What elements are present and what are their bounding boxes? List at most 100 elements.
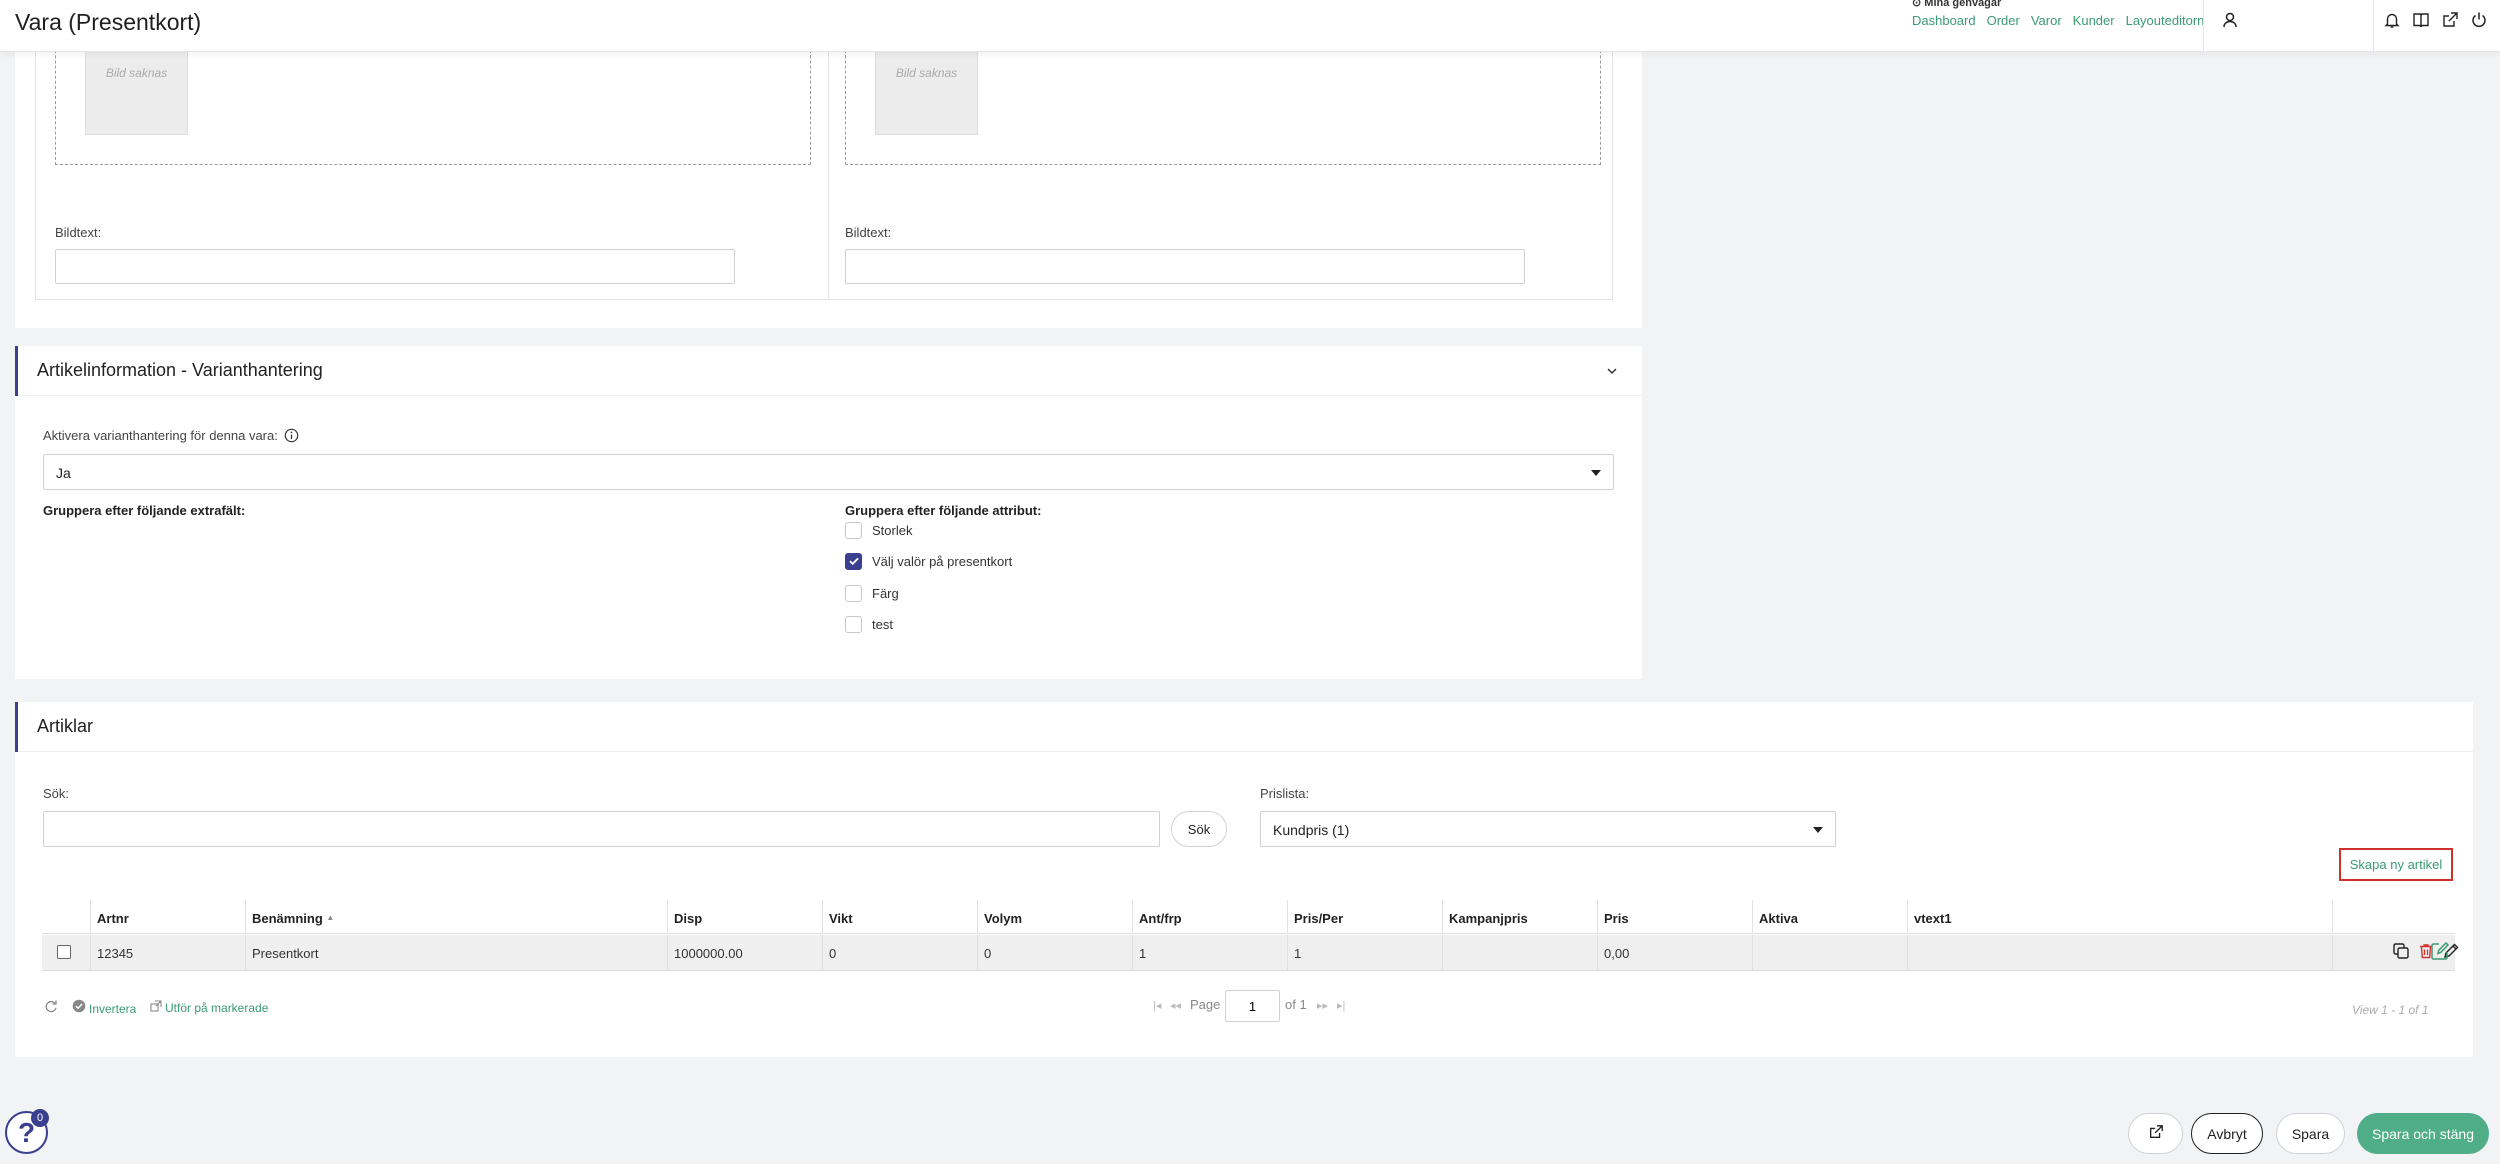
column-antfrp[interactable]: Ant/frp bbox=[1132, 900, 1287, 934]
column-vtext1[interactable]: vtext1 bbox=[1907, 900, 2332, 934]
save-button[interactable]: Spara bbox=[2276, 1113, 2345, 1154]
copy-icon[interactable] bbox=[2391, 941, 2411, 961]
column-artnr[interactable]: Artnr bbox=[90, 900, 245, 934]
refresh-icon[interactable] bbox=[44, 999, 58, 1018]
chevron-down-icon[interactable] bbox=[1605, 364, 1619, 383]
variant-panel-title: Artikelinformation - Varianthantering bbox=[37, 360, 323, 380]
shortcut-kunder[interactable]: Kunder bbox=[2073, 13, 2115, 28]
invert-link[interactable]: Invertera bbox=[72, 999, 136, 1018]
caret-down-icon bbox=[1813, 827, 1823, 833]
sort-asc-icon: ▲ bbox=[326, 913, 335, 922]
cell-benamning: Presentkort bbox=[245, 935, 667, 971]
articles-panel-header: Artiklar bbox=[15, 702, 2473, 752]
help-badge: 0 bbox=[31, 1109, 49, 1127]
cancel-button[interactable]: Avbryt bbox=[2191, 1113, 2263, 1154]
attribute-option[interactable]: test bbox=[845, 614, 893, 634]
cell-vikt: 0 bbox=[822, 935, 977, 971]
check-circle-icon bbox=[72, 999, 86, 1018]
column-volym[interactable]: Volym bbox=[977, 900, 1132, 934]
cell-disp: 1000000.00 bbox=[667, 935, 822, 971]
activate-variants-label: Aktivera varianthantering för denna vara… bbox=[43, 428, 299, 446]
caption-input-1[interactable] bbox=[55, 249, 735, 284]
attribute-option[interactable]: Färg bbox=[845, 583, 899, 603]
activate-variants-select[interactable]: Ja bbox=[43, 454, 1614, 490]
pricelist-select[interactable]: Kundpris (1) bbox=[1260, 811, 1836, 847]
shortcuts-title: ⊙ Mina genvägar bbox=[1912, 0, 2001, 9]
shortcut-varor[interactable]: Varor bbox=[2031, 13, 2062, 28]
cell-vtext1 bbox=[1907, 935, 2332, 971]
header-divider bbox=[2203, 0, 2204, 52]
image-placeholder-1: Bild saknas bbox=[85, 50, 188, 135]
next-page-icon[interactable]: ▸▸ bbox=[1317, 999, 1328, 1012]
articles-panel-title: Artiklar bbox=[37, 716, 94, 736]
search-label: Sök: bbox=[43, 786, 70, 801]
info-icon[interactable] bbox=[284, 428, 299, 446]
cell-artnr: 12345 bbox=[90, 935, 245, 971]
checkbox[interactable] bbox=[845, 615, 862, 633]
page-of: of 1 bbox=[1285, 997, 1307, 1012]
column-benamning[interactable]: Benämning ▲ bbox=[245, 900, 667, 934]
search-input[interactable] bbox=[43, 811, 1160, 847]
first-page-icon[interactable]: |◂ bbox=[1153, 999, 1161, 1012]
bell-icon[interactable] bbox=[2381, 9, 2403, 31]
shortcut-layouteditorn[interactable]: Layouteditorn bbox=[2126, 13, 2205, 28]
cell-volym: 0 bbox=[977, 935, 1132, 971]
checkmark-icon bbox=[848, 557, 859, 566]
cell-aktiva bbox=[1752, 935, 1907, 971]
view-count: View 1 - 1 of 1 bbox=[2352, 1003, 2429, 1017]
shortcuts-nav: Dashboard Order Varor Kunder Layoutedito… bbox=[1912, 13, 2204, 28]
header-divider bbox=[2373, 0, 2374, 52]
column-actions bbox=[2332, 900, 2455, 934]
external-link-icon bbox=[2148, 1124, 2164, 1143]
column-disp[interactable]: Disp bbox=[667, 900, 822, 934]
attribute-option[interactable]: Storlek bbox=[845, 520, 912, 540]
column-pris[interactable]: Pris bbox=[1597, 900, 1752, 934]
prev-page-icon[interactable]: ◂◂ bbox=[1170, 999, 1181, 1012]
checkbox[interactable] bbox=[845, 521, 862, 539]
caption-label-2: Bildtext: bbox=[845, 225, 892, 240]
column-prisper[interactable]: Pris/Per bbox=[1287, 900, 1442, 934]
star-icon: ⊙ bbox=[1912, 0, 1925, 9]
open-external-button[interactable] bbox=[2128, 1113, 2183, 1154]
page-input[interactable] bbox=[1225, 990, 1280, 1022]
shortcut-dashboard[interactable]: Dashboard bbox=[1912, 13, 1976, 28]
page-label: Page bbox=[1190, 997, 1221, 1012]
checkbox[interactable] bbox=[845, 584, 862, 602]
row-checkbox[interactable] bbox=[57, 945, 71, 959]
table-row[interactable]: 12345 Presentkort 1000000.00 0 0 1 1 0,0… bbox=[42, 935, 2459, 971]
variant-panel-header[interactable]: Artikelinformation - Varianthantering bbox=[15, 346, 1642, 396]
book-icon[interactable] bbox=[2410, 9, 2432, 31]
cell-prisper: 1 bbox=[1287, 935, 1442, 971]
checkbox[interactable] bbox=[845, 552, 862, 570]
attribute-option[interactable]: Välj valör på presentkort bbox=[845, 551, 1012, 571]
caret-down-icon bbox=[1591, 470, 1601, 476]
link-icon bbox=[150, 999, 162, 1017]
panel-accent bbox=[15, 702, 18, 752]
search-button[interactable]: Sök bbox=[1171, 811, 1227, 847]
power-icon[interactable] bbox=[2468, 9, 2490, 31]
caption-input-2[interactable] bbox=[845, 249, 1525, 284]
variant-panel: Artikelinformation - Varianthantering Ak… bbox=[15, 346, 1642, 679]
top-bar: Vara (Presentkort) ⊙ Mina genvägar Dashb… bbox=[0, 0, 2500, 52]
save-close-button[interactable]: Spara och stäng bbox=[2357, 1113, 2489, 1154]
pricelist-label: Prislista: bbox=[1260, 786, 1310, 801]
group-attr-label: Gruppera efter följande attribut: bbox=[845, 503, 1042, 518]
table-header: Artnr Benämning ▲ Disp Vikt Volym Ant/fr… bbox=[42, 900, 2455, 934]
cell-antfrp: 1 bbox=[1132, 935, 1287, 971]
column-aktiva[interactable]: Aktiva bbox=[1752, 900, 1907, 934]
cell-pris: 0,00 bbox=[1597, 935, 1752, 971]
caption-label-1: Bildtext: bbox=[55, 225, 102, 240]
bulk-action-link[interactable]: Utför på markerade bbox=[150, 999, 268, 1017]
image-placeholder-2: Bild saknas bbox=[875, 50, 978, 135]
create-article-link[interactable]: Skapa ny artikel bbox=[2339, 848, 2453, 881]
edit-open-icon[interactable] bbox=[2430, 941, 2450, 966]
last-page-icon[interactable]: ▸| bbox=[1337, 999, 1345, 1012]
column-kampanjpris[interactable]: Kampanjpris bbox=[1442, 900, 1597, 934]
page-title: Vara (Presentkort) bbox=[15, 9, 202, 35]
panel-accent bbox=[15, 346, 18, 396]
user-icon[interactable] bbox=[2219, 9, 2241, 31]
group-extra-label: Gruppera efter följande extrafält: bbox=[43, 503, 246, 518]
external-link-icon[interactable] bbox=[2439, 9, 2461, 31]
column-vikt[interactable]: Vikt bbox=[822, 900, 977, 934]
shortcut-order[interactable]: Order bbox=[1987, 13, 2020, 28]
